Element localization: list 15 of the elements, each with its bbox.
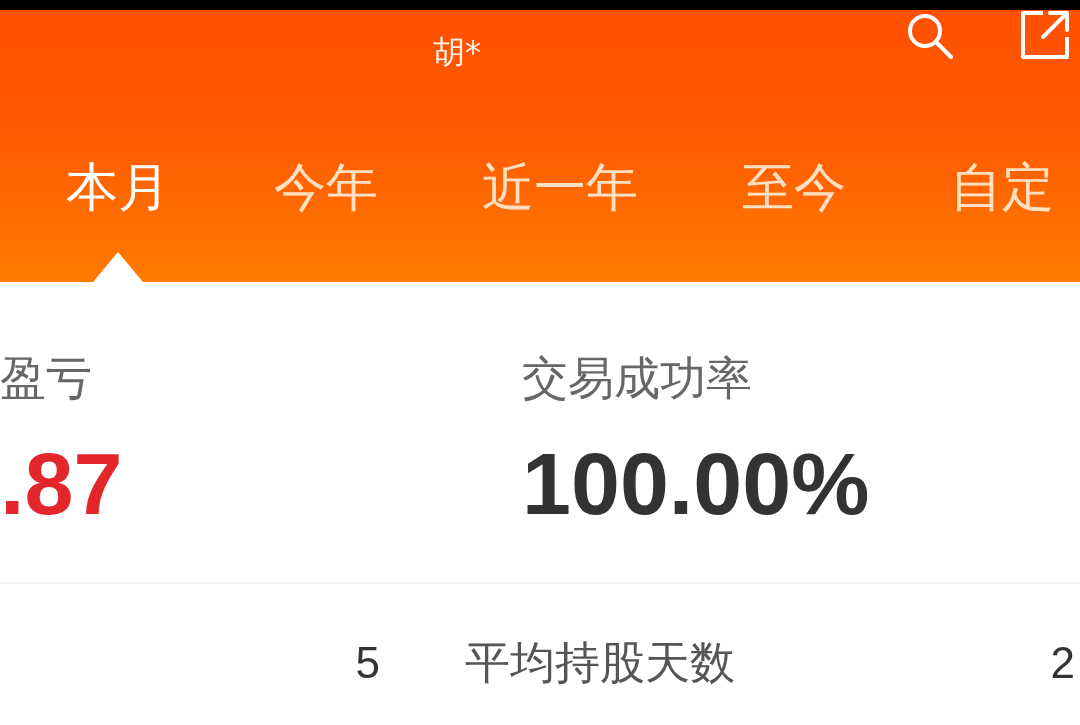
- stat-value: 2: [1050, 637, 1075, 689]
- period-tab[interactable]: 今年: [274, 157, 378, 217]
- stat-value: 5: [355, 637, 380, 689]
- metric-value: .87: [0, 434, 123, 534]
- stat-label: 平均持股天数: [465, 635, 735, 691]
- box-arrow-icon[interactable]: [1020, 10, 1070, 60]
- metric-label: 交易成功率: [522, 350, 752, 406]
- period-tab[interactable]: 本月: [66, 157, 170, 217]
- period-tab[interactable]: 至今: [742, 157, 846, 217]
- period-tab[interactable]: 近一年: [482, 157, 638, 217]
- metric-label: 盈亏: [0, 350, 92, 406]
- account-name: 胡*: [433, 32, 481, 72]
- metric-value: 100.00%: [522, 434, 870, 534]
- tab-pointer-icon: [93, 252, 143, 282]
- period-tab[interactable]: 自定: [950, 157, 1054, 217]
